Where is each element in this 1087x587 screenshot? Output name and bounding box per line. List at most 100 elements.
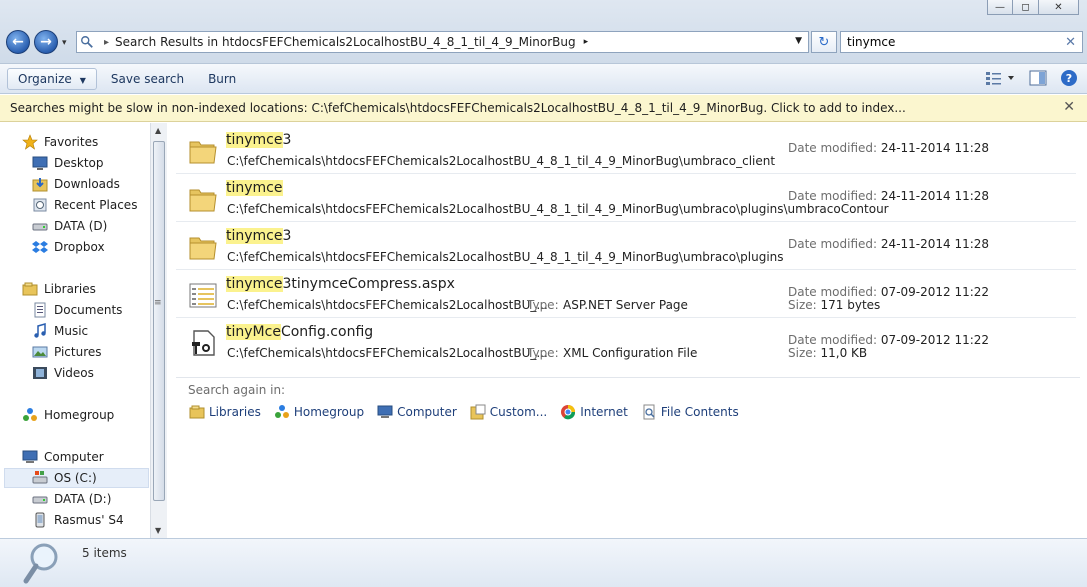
toolbar: Organize ▼ Save search Burn ? [0, 64, 1087, 94]
result-name[interactable]: tinymce [226, 180, 283, 196]
result-name[interactable]: tinymce3 [226, 228, 291, 244]
sidebar-item-label: Libraries [44, 282, 96, 296]
sidebar-item-label: Rasmus' S4 [54, 513, 124, 527]
window-controls: — ◻ ✕ [987, 0, 1079, 16]
sidebar-item-homegroup[interactable]: Homegroup [22, 405, 114, 425]
burn-button[interactable]: Burn [198, 69, 246, 89]
sidebar-item-videos[interactable]: Videos [32, 363, 94, 383]
result-name-rest: 3 [282, 132, 292, 148]
homegroup-icon [274, 405, 289, 418]
phone-icon [35, 512, 45, 528]
size-value: 11,0 KB [820, 346, 868, 360]
sidebar-item-documents[interactable]: Documents [32, 300, 122, 320]
type-value: ASP.NET Server Page [563, 298, 688, 312]
address-bar[interactable]: ▸ Search Results in htdocsFEFChemicals2L… [76, 31, 809, 53]
libraries-icon [22, 282, 38, 296]
back-button[interactable]: ← [6, 30, 30, 54]
search-again-libraries[interactable]: Libraries [189, 404, 261, 420]
navigation-pane-scrollbar[interactable]: ▲ ≡ ▼ [150, 123, 167, 538]
date-modified-value: 07-09-2012 11:22 [880, 333, 990, 347]
scrollbar-thumb[interactable] [153, 141, 165, 501]
search-box[interactable]: ✕ [840, 31, 1083, 53]
sidebar-item-label: Desktop [54, 156, 104, 170]
sidebar-item-rasmus-s4[interactable]: Rasmus' S4 [32, 510, 124, 530]
search-again-computer[interactable]: Computer [377, 404, 457, 420]
search-term-highlight: tinymce [226, 180, 283, 196]
address-dropdown-icon[interactable]: ▼ [795, 36, 802, 46]
sidebar-item-desktop[interactable]: Desktop [32, 153, 104, 173]
preview-pane-icon[interactable] [1029, 70, 1047, 86]
organize-label: Organize [18, 71, 72, 86]
downloads-icon [32, 178, 48, 192]
sidebar-item-label: Pictures [54, 345, 102, 359]
save-search-button[interactable]: Save search [101, 69, 194, 89]
maximize-button[interactable]: ◻ [1013, 0, 1039, 15]
refresh-button[interactable]: ↻ [811, 31, 837, 53]
sidebar-item-label: Documents [54, 303, 123, 317]
result-row[interactable]: tinymce3 C:\fefChemicals\htdocsFEFChemic… [176, 222, 1076, 270]
file-size: Size: 171 bytes [788, 298, 880, 312]
sidebar-item-os-c[interactable]: OS (C:) [4, 468, 149, 488]
result-row[interactable]: tinyMceConfig.config C:\fefChemicals\htd… [176, 318, 1076, 366]
sidebar-item-label: Computer [44, 450, 104, 464]
breadcrumb[interactable]: Search Results in htdocsFEFChemicals2Loc… [115, 35, 576, 49]
scroll-up-icon[interactable]: ▲ [155, 126, 161, 135]
sidebar-item-label: Favorites [44, 135, 99, 149]
result-row[interactable]: tinymce C:\fefChemicals\htdocsFEFChemica… [176, 174, 1076, 222]
size-label: Size: [788, 346, 817, 360]
search-again-internet[interactable]: Internet [560, 404, 628, 420]
sidebar-item-libraries[interactable]: Libraries [22, 279, 96, 299]
scroll-down-icon[interactable]: ▼ [155, 526, 161, 535]
recent-pages-dropdown[interactable]: ▾ [62, 38, 67, 48]
sidebar-item-computer[interactable]: Computer [22, 447, 104, 467]
sidebar-item-pictures[interactable]: Pictures [32, 342, 102, 362]
date-modified-label: Date modified: [788, 141, 878, 155]
date-modified: Date modified: 24-11-2014 11:28 [788, 141, 989, 155]
drive-icon [32, 496, 48, 504]
change-view-icon[interactable] [985, 70, 1015, 86]
help-icon[interactable]: ? [1061, 70, 1077, 86]
sidebar-item-label: OS (C:) [54, 471, 97, 485]
sidebar-item-downloads[interactable]: Downloads [32, 174, 120, 194]
sidebar-item-music[interactable]: Music [32, 321, 88, 341]
breadcrumb-arrow-icon[interactable]: ▸ [584, 37, 589, 47]
close-info-bar-icon[interactable]: ✕ [1063, 99, 1075, 115]
index-info-bar[interactable]: Searches might be slow in non-indexed lo… [0, 95, 1087, 122]
result-name[interactable]: tinymce3 [226, 132, 291, 148]
sidebar-item-data-d[interactable]: DATA (D) [32, 216, 107, 236]
search-again-homegroup[interactable]: Homegroup [274, 404, 364, 420]
type-value: XML Configuration File [563, 346, 698, 360]
result-row[interactable]: tinymce3tinymceCompress.aspx C:\fefChemi… [176, 270, 1076, 318]
documents-icon [34, 302, 46, 318]
music-icon [34, 323, 46, 338]
info-bar-text[interactable]: Searches might be slow in non-indexed lo… [10, 101, 906, 115]
result-name[interactable]: tinyMceConfig.config [226, 324, 373, 340]
navigation-pane: Favorites Desktop Downloads Recent Place… [0, 123, 167, 538]
sidebar-item-label: Videos [54, 366, 94, 380]
computer-icon [22, 450, 38, 463]
close-button[interactable]: ✕ [1039, 0, 1079, 15]
sidebar-item-data-d-colon[interactable]: DATA (D:) [32, 489, 111, 509]
search-again-file-contents[interactable]: File Contents [641, 404, 739, 420]
forward-button[interactable]: → [34, 30, 58, 54]
recent-places-icon [33, 198, 47, 212]
date-modified: Date modified: 24-11-2014 11:28 [788, 189, 989, 203]
sidebar-item-recent-places[interactable]: Recent Places [32, 195, 137, 215]
sidebar-item-label: Recent Places [54, 198, 138, 212]
minimize-button[interactable]: — [987, 0, 1013, 15]
sidebar-item-favorites[interactable]: Favorites [22, 132, 98, 152]
result-row[interactable]: tinymce3 C:\fefChemicals\htdocsFEFChemic… [176, 126, 1076, 174]
search-again-label-text: Libraries [209, 405, 261, 419]
search-again-custom[interactable]: Custom... [470, 404, 547, 420]
sidebar-item-dropbox[interactable]: Dropbox [32, 237, 105, 257]
search-again-label-text: Homegroup [293, 405, 365, 419]
size-label: Size: [788, 298, 817, 312]
result-name[interactable]: tinymce3tinymceCompress.aspx [226, 276, 455, 292]
chevron-down-icon: ▼ [79, 75, 86, 85]
clear-search-icon[interactable]: ✕ [1065, 35, 1076, 50]
folder-icon [189, 237, 217, 260]
os-drive-icon [32, 471, 48, 484]
videos-icon [33, 367, 47, 379]
search-input[interactable] [847, 35, 1057, 49]
organize-button[interactable]: Organize ▼ [7, 67, 97, 90]
